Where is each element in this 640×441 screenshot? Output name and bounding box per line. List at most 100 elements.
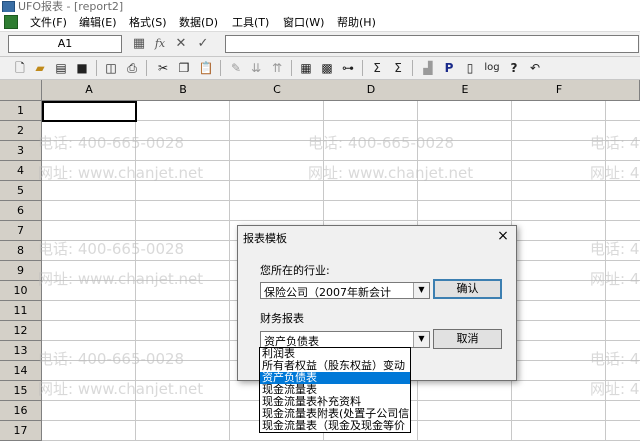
industry-select[interactable]: 保险公司（2007年新会计 ▼	[260, 282, 430, 299]
formula-bar: A1 ▦ fx ✕ ✓	[0, 32, 640, 57]
row-header[interactable]: 14	[0, 361, 42, 381]
undo-icon[interactable]: ↶	[527, 60, 543, 76]
watermark-site: 网址: www.chanjet.net	[308, 164, 474, 182]
print-preview-icon[interactable]: ◫	[103, 60, 119, 76]
watermark-site: 网址: www.chanjet.net	[38, 380, 204, 398]
watermark-phone: 电话: 400-665-0028	[38, 350, 185, 368]
list-item[interactable]: 利润表	[260, 348, 410, 360]
sort-ascending-icon[interactable]: ⇊	[248, 60, 264, 76]
cancel-icon[interactable]: ✕	[173, 36, 189, 52]
document-icon[interactable]	[4, 15, 18, 29]
row-header[interactable]: 10	[0, 281, 42, 301]
row-header[interactable]: 8	[0, 241, 42, 261]
column-header-a[interactable]: A	[42, 80, 137, 101]
toolbar-separator	[362, 60, 363, 76]
open-folder-icon[interactable]: ▰	[32, 60, 48, 76]
menu-window[interactable]: 窗口(W)	[283, 14, 324, 30]
binoculars-icon[interactable]: ⊶	[340, 60, 356, 76]
watermark-site-short: 网址: 4	[590, 380, 640, 398]
row-header[interactable]: 15	[0, 381, 42, 401]
menu-file[interactable]: 文件(F)	[30, 14, 67, 30]
watermark-phone-short: 电话: 4	[590, 350, 640, 368]
list-item[interactable]: 现金流量表附表(处置子公司信	[260, 408, 410, 420]
print-icon[interactable]: ⎙	[124, 60, 140, 76]
row-header[interactable]: 11	[0, 301, 42, 321]
menu-tools[interactable]: 工具(T)	[232, 14, 269, 30]
row-header[interactable]: 4	[0, 161, 42, 181]
list-item[interactable]: 现金流量表	[260, 384, 410, 396]
dialog-title: 报表模板	[243, 232, 287, 245]
column-header-c[interactable]: C	[230, 80, 325, 101]
row-header[interactable]: 13	[0, 341, 42, 361]
title-bar: UFO报表 - [report2]	[0, 0, 640, 13]
watermark-phone: 电话: 400-665-0028	[38, 134, 185, 152]
column-header-g[interactable]	[606, 80, 640, 101]
sum-all-icon[interactable]: Σ	[390, 60, 406, 76]
menu-format[interactable]: 格式(S)	[129, 14, 167, 30]
chevron-down-icon[interactable]: ▼	[413, 283, 429, 298]
row-header[interactable]: 6	[0, 201, 42, 221]
new-file-icon[interactable]: 🗋	[12, 60, 28, 76]
toolbar-separator	[291, 60, 292, 76]
list-item[interactable]: 现金流量表补充资料	[260, 396, 410, 408]
paste-icon[interactable]: 📋	[198, 60, 214, 76]
keyboard-icon[interactable]: ▦	[131, 36, 147, 52]
column-header-f[interactable]: F	[512, 80, 607, 101]
list-item[interactable]: 现金流量表（现金及现金等价	[260, 420, 410, 432]
report-dropdown-list[interactable]: 利润表 所有者权益（股东权益）变动 资产负债表 现金流量表 现金流量表补充资料 …	[259, 347, 411, 433]
help-pointer-icon[interactable]: ?	[506, 60, 522, 76]
industry-label: 您所在的行业:	[260, 264, 330, 277]
row-header[interactable]: 9	[0, 261, 42, 281]
menu-help[interactable]: 帮助(H)	[337, 14, 376, 30]
formula-input[interactable]	[225, 35, 639, 53]
toolbar-separator	[146, 60, 147, 76]
toolbar-separator	[412, 60, 413, 76]
format-painter-icon[interactable]: ✎	[228, 60, 244, 76]
sort-descending-icon[interactable]: ⇈	[269, 60, 285, 76]
column-header-d[interactable]: D	[324, 80, 419, 101]
sum-icon[interactable]: Σ	[369, 60, 385, 76]
log-icon[interactable]: log	[484, 60, 500, 76]
row-header[interactable]: 17	[0, 421, 42, 441]
active-cell[interactable]	[42, 101, 137, 122]
chart-icon[interactable]: ▟	[420, 60, 436, 76]
confirm-icon[interactable]: ✓	[195, 36, 211, 52]
p-icon[interactable]: P	[441, 60, 457, 76]
cancel-button[interactable]: 取消	[433, 329, 502, 349]
watermark-site-short: 网址: 4	[590, 270, 640, 288]
watermark-phone: 电话: 400-665-0028	[308, 134, 455, 152]
page-icon[interactable]: ▯	[462, 60, 478, 76]
report-select[interactable]: 资产负债表 ▼	[260, 331, 430, 348]
watermark-site: 网址: www.chanjet.net	[38, 164, 204, 182]
copy-icon[interactable]: ❐	[176, 60, 192, 76]
menu-edit[interactable]: 编辑(E)	[79, 14, 117, 30]
column-header-e[interactable]: E	[418, 80, 513, 101]
watermark-phone-short: 电话: 4	[590, 240, 640, 258]
calculator-icon[interactable]: ▦	[298, 60, 314, 76]
confirm-button[interactable]: 确认	[433, 279, 502, 299]
chevron-down-icon[interactable]: ▼	[413, 332, 429, 347]
row-header[interactable]: 2	[0, 121, 42, 141]
list-item[interactable]: 所有者权益（股东权益）变动	[260, 360, 410, 372]
row-header[interactable]: 1	[0, 101, 42, 121]
grid-icon[interactable]: ▩	[319, 60, 335, 76]
menu-data[interactable]: 数据(D)	[179, 14, 218, 30]
watermark-phone: 电话: 400-665-0028	[38, 240, 185, 258]
list-item-selected[interactable]: 资产负债表	[260, 372, 410, 384]
close-icon[interactable]: ×	[493, 227, 513, 245]
new-sheet-icon[interactable]: ▤	[53, 60, 69, 76]
row-header[interactable]: 7	[0, 221, 42, 241]
row-header[interactable]: 3	[0, 141, 42, 161]
row-header[interactable]: 5	[0, 181, 42, 201]
save-icon[interactable]: ■	[74, 60, 90, 76]
watermark-site-short: 网址: 4	[590, 164, 640, 182]
cell-reference-box[interactable]: A1	[8, 35, 122, 53]
row-header[interactable]: 16	[0, 401, 42, 421]
row-header[interactable]: 12	[0, 321, 42, 341]
function-button[interactable]: fx	[152, 36, 168, 52]
select-all-corner[interactable]	[0, 80, 42, 101]
cut-icon[interactable]: ✂	[155, 60, 171, 76]
industry-select-value: 保险公司（2007年新会计	[264, 286, 391, 299]
column-header-b[interactable]: B	[136, 80, 231, 101]
menu-bar: 文件(F) 编辑(E) 格式(S) 数据(D) 工具(T) 窗口(W) 帮助(H…	[0, 12, 640, 32]
